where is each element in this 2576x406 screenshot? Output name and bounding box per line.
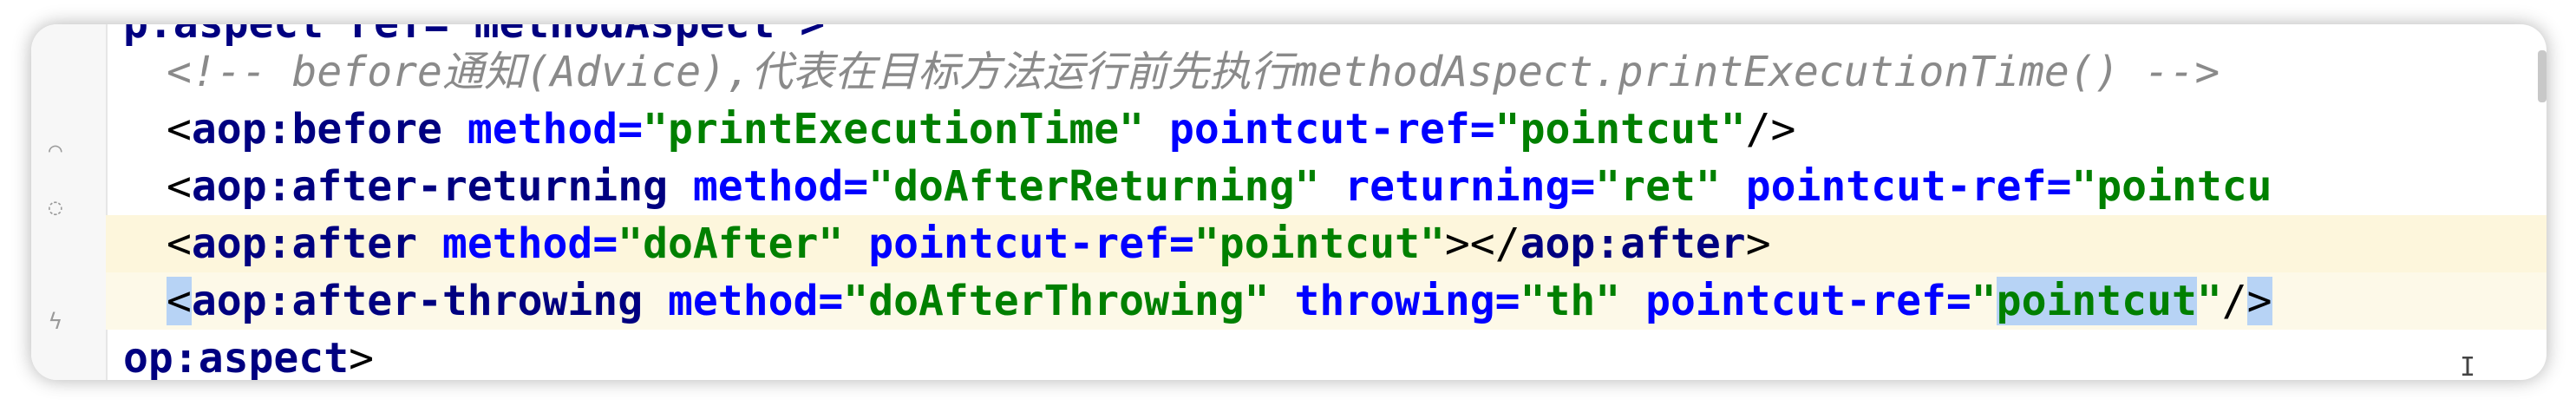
code-token: after-returning <box>291 162 668 211</box>
code-token: op <box>123 334 173 380</box>
run-icon[interactable]: ϟ <box>49 309 62 335</box>
code-token: > <box>2246 277 2272 325</box>
code-line-aop-before[interactable]: <aop:before method="printExecutionTime" … <box>106 101 2547 158</box>
code-line-closing-aspect[interactable]: op:aspect> <box>106 330 2547 380</box>
code-token: "pointcu <box>2071 162 2272 211</box>
code-line-text: <aop:before method="printExecutionTime" … <box>167 101 1795 158</box>
code-token: aop <box>191 219 267 268</box>
code-token: = <box>1169 219 1194 268</box>
text-cursor-icon: I <box>2460 352 2476 380</box>
code-token: = <box>1494 277 1520 325</box>
code-token: aop <box>191 162 267 211</box>
code-line-text: <aop:after-throwing method="doAfterThrow… <box>167 272 2272 330</box>
code-token: / <box>2221 277 2247 325</box>
scrollbar-thumb[interactable] <box>2538 50 2547 102</box>
code-token: : <box>173 334 199 380</box>
code-token: = <box>2046 162 2072 211</box>
code-token: " <box>1971 277 1997 325</box>
code-line-aop-after-throwing[interactable]: <aop:after-throwing method="doAfterThrow… <box>106 272 2547 330</box>
code-token: throwing <box>1294 277 1495 325</box>
code-token: > <box>349 334 374 380</box>
code-token: pointcut <box>1996 277 2197 325</box>
code-token: > <box>1444 219 1470 268</box>
code-token: after <box>1620 219 1746 268</box>
code-token: "doAfter" <box>618 219 844 268</box>
code-token: method <box>692 162 844 211</box>
fold-icon[interactable]: ⌒ <box>49 137 62 163</box>
code-token: aspect <box>198 334 350 380</box>
code-token: /> <box>1745 105 1796 154</box>
code-token: method <box>668 277 819 325</box>
code-token: < <box>167 219 192 268</box>
code-token: < <box>167 105 192 154</box>
code-token: = <box>818 277 844 325</box>
code-token: "th" <box>1520 277 1621 325</box>
code-token: = <box>592 219 618 268</box>
code-token: " <box>2196 277 2222 325</box>
code-token: "doAfterThrowing" <box>843 277 1270 325</box>
code-token: : <box>1595 219 1621 268</box>
code-token: = <box>618 105 644 154</box>
code-token: = <box>1469 105 1495 154</box>
code-token: pointcut-ref <box>868 219 1169 268</box>
code-token: <!-- before通知(Advice),代表在目标方法运行前先执行metho… <box>167 48 2220 96</box>
code-editor-window: ⌒ ◌ ϟ p:aspect ref="methodAspect"> <!-- … <box>31 24 2547 380</box>
code-line-text: <!-- before通知(Advice),代表在目标方法运行前先执行metho… <box>167 43 2220 101</box>
code-token: before <box>291 105 442 154</box>
code-line-aop-after-returning[interactable]: <aop:after-returning method="doAfterRetu… <box>106 158 2547 215</box>
code-token: : <box>266 105 292 154</box>
code-token: "doAfterReturning" <box>868 162 1320 211</box>
code-token: aop <box>191 105 267 154</box>
code-line-comment[interactable]: <!-- before通知(Advice),代表在目标方法运行前先执行metho… <box>106 43 2547 101</box>
code-token: : <box>266 219 292 268</box>
code-token: aop <box>1520 219 1596 268</box>
editor-gutter[interactable]: ⌒ ◌ ϟ <box>31 24 108 380</box>
code-token: = <box>843 162 869 211</box>
code-token: pointcut-ref <box>1645 277 1946 325</box>
code-token: method <box>441 219 593 268</box>
code-token: : <box>266 162 292 211</box>
code-line-text: <aop:after method="doAfter" pointcut-ref… <box>167 215 1771 272</box>
code-token: pointcut-ref <box>1168 105 1470 154</box>
code-token: aop <box>191 277 267 325</box>
code-line-aop-after[interactable]: <aop:after method="doAfter" pointcut-ref… <box>106 215 2547 272</box>
code-line-text: op:aspect> <box>123 330 374 380</box>
code-token: > <box>1745 219 1771 268</box>
code-token: after <box>291 219 418 268</box>
code-lines[interactable]: p:aspect ref="methodAspect"> <!-- before… <box>106 24 2547 380</box>
code-token: "pointcut" <box>1193 219 1445 268</box>
code-token: = <box>1570 162 1596 211</box>
code-token: method <box>467 105 618 154</box>
code-token: "ret" <box>1595 162 1721 211</box>
code-token: = <box>1945 277 1971 325</box>
code-line-text: <aop:after-returning method="doAfterRetu… <box>167 158 2272 215</box>
code-token: after-throwing <box>291 277 644 325</box>
breakpoint-icon[interactable]: ◌ <box>49 194 62 220</box>
code-token: returning <box>1344 162 1571 211</box>
code-token: pointcut-ref <box>1745 162 2047 211</box>
code-token: < <box>167 277 192 325</box>
code-token: "pointcut" <box>1494 105 1746 154</box>
code-token: "printExecutionTime" <box>643 105 1145 154</box>
code-token: </ <box>1469 219 1520 268</box>
code-token: : <box>266 277 292 325</box>
code-token: < <box>167 162 192 211</box>
